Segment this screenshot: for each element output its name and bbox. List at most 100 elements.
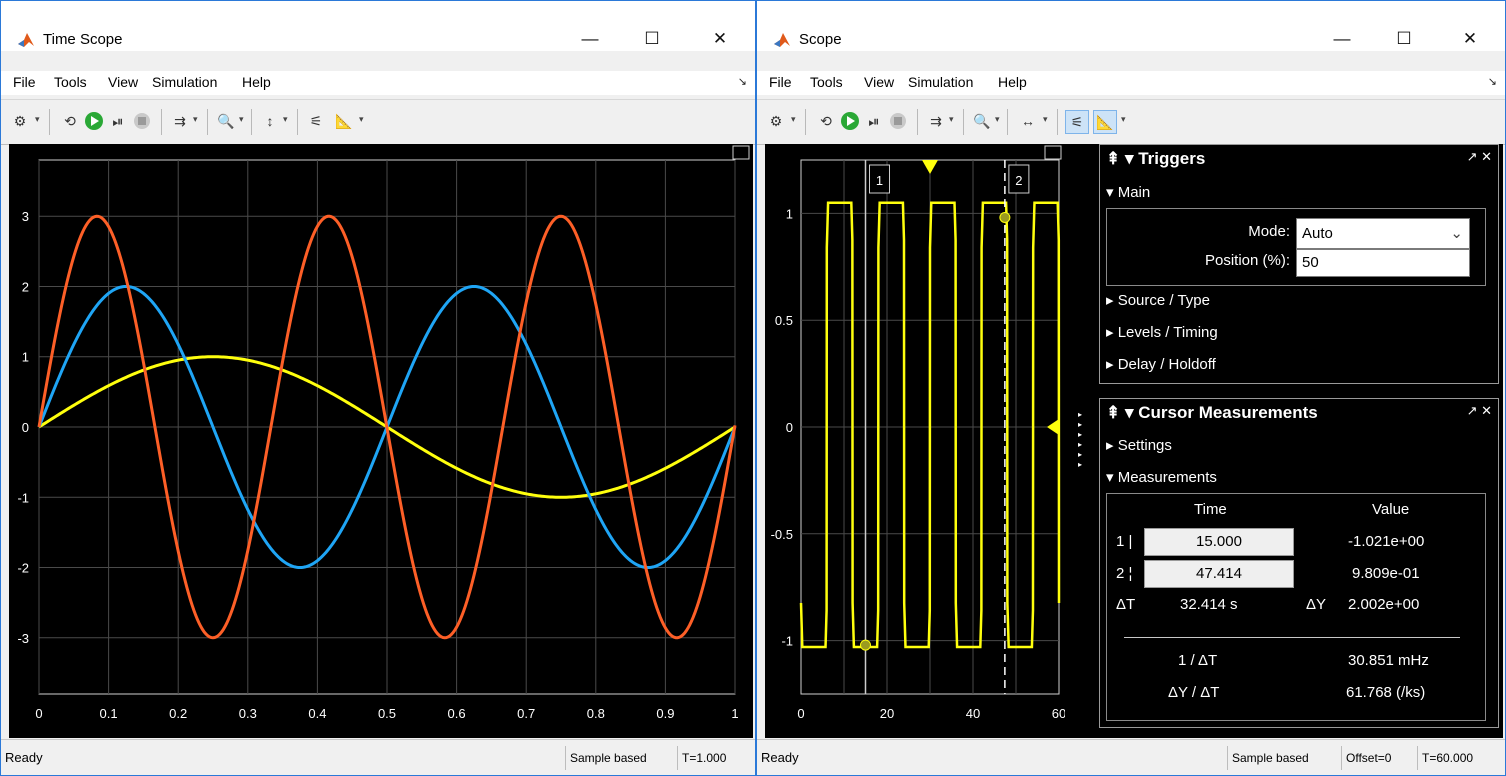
minimize-button[interactable]: — [1319, 23, 1365, 55]
status-bar: Ready Sample based T=1.000 [1, 739, 755, 775]
scale-y-icon[interactable]: ↕ [259, 110, 281, 132]
cursor-measurement-icon[interactable]: 📐 [1093, 110, 1117, 134]
undock-arrow-icon[interactable]: ↘ [1488, 75, 1497, 88]
menu-help[interactable]: Help [242, 74, 271, 90]
toolbar-separator [251, 109, 252, 135]
highlight-icon[interactable]: ⇉ [925, 110, 947, 132]
run-icon[interactable] [839, 110, 861, 132]
section-delay-holdoff[interactable]: ▸ Delay / Holdoff [1106, 355, 1216, 373]
zoom-in-icon[interactable]: 🔍 [215, 110, 237, 132]
step-forward-icon[interactable]: ⏯ [107, 110, 129, 132]
trigger-icon[interactable]: ⚟ [1065, 110, 1089, 134]
mode-select[interactable]: Auto ⌄ [1296, 218, 1470, 249]
status-mode: Sample based [565, 746, 651, 770]
menu-tools[interactable]: Tools [54, 74, 87, 90]
close-button[interactable]: ✕ [1447, 23, 1493, 55]
status-time: T=1.000 [677, 746, 730, 770]
cursor-2-time-input[interactable]: 47.414 [1144, 560, 1294, 588]
zoom-in-icon[interactable]: 🔍 [971, 110, 993, 132]
section-levels-timing[interactable]: ▸ Levels / Timing [1106, 323, 1218, 341]
time-scope-chart[interactable]: 0 0.1 0.2 0.3 0.4 0.5 0.6 0.7 0.8 0.9 1 3 2 1 0 -1 -2 -3 [9, 144, 753, 738]
highlight-icon[interactable]: ⇉ [169, 110, 191, 132]
scale-x-icon[interactable]: ↔ [1017, 110, 1039, 132]
menu-view[interactable]: View [108, 74, 138, 90]
toolbar-separator [207, 109, 208, 135]
menu-simulation[interactable]: Simulation [152, 74, 217, 90]
cursor-measurements-panel: ⇞ ▾ Cursor Measurements ↗ ✕ ▸ Settings ▾… [1099, 398, 1499, 728]
y-tick-label: 0 [786, 420, 793, 435]
menu-help[interactable]: Help [998, 74, 1027, 90]
cursor-settings-section[interactable]: ▸ Settings [1106, 436, 1172, 454]
scope-chart[interactable]: 0 20 40 60 1 0.5 0 -0.5 -1 1 2 [765, 144, 1066, 738]
mode-value: Auto [1302, 225, 1333, 242]
chevron-down-icon[interactable]: ▾ [35, 114, 40, 125]
x-tick-label: 0.2 [169, 706, 187, 721]
triggers-panel-header[interactable]: ⇞ ▾ Triggers [1106, 149, 1205, 169]
cursor-2-value: 9.809e-01 [1352, 565, 1420, 582]
cursor-measurements-section[interactable]: ▾ Measurements [1106, 468, 1217, 486]
cursor-panel-header[interactable]: ⇞ ▾ Cursor Measurements [1106, 403, 1318, 423]
matlab-icon [774, 33, 790, 47]
undock-arrow-icon[interactable]: ↘ [738, 75, 747, 88]
menu-view[interactable]: View [864, 74, 894, 90]
chevron-down-icon[interactable]: ▾ [995, 114, 1000, 125]
stop-icon[interactable] [887, 110, 909, 132]
stop-icon[interactable] [131, 110, 153, 132]
step-forward-icon[interactable]: ⏯ [863, 110, 885, 132]
title-bar: Time Scope — ☐ ✕ [1, 1, 755, 51]
menu-bar: File Tools View Simulation Help ↘ [1, 71, 755, 95]
chevron-down-icon[interactable]: ▾ [283, 114, 288, 125]
status-bar: Ready Sample based Offset=0 T=60.000 [757, 739, 1505, 775]
menu-file[interactable]: File [13, 74, 36, 90]
triggers-title: Triggers [1138, 149, 1206, 168]
chevron-down-icon[interactable]: ⌄ [1450, 219, 1463, 248]
maximize-button[interactable]: ☐ [1381, 23, 1427, 55]
gear-icon[interactable]: ⚙ [9, 110, 31, 132]
plot-area[interactable]: 0 0.1 0.2 0.3 0.4 0.5 0.6 0.7 0.8 0.9 1 3 2 1 0 -1 -2 -3 [9, 144, 753, 738]
panel-close-icon[interactable]: ↗ ✕ [1467, 403, 1492, 419]
chevron-down-icon[interactable]: ▾ [1043, 114, 1048, 125]
y-tick-label: -1 [17, 490, 29, 505]
step-back-icon[interactable]: ⟲ [59, 110, 81, 132]
x-tick-label: 1 [731, 706, 738, 721]
cursor-measurement-icon[interactable]: 📐 [333, 110, 355, 132]
y-tick-label: 3 [22, 209, 29, 224]
toolbar-separator [297, 109, 298, 135]
menu-simulation[interactable]: Simulation [908, 74, 973, 90]
chevron-down-icon[interactable]: ▾ [949, 114, 954, 125]
menu-file[interactable]: File [769, 74, 792, 90]
y-tick-label: 1 [22, 350, 29, 365]
section-source-type[interactable]: ▸ Source / Type [1106, 291, 1210, 309]
maximize-button[interactable]: ☐ [629, 23, 675, 55]
x-tick-label: 0 [797, 706, 804, 721]
menu-tools[interactable]: Tools [810, 74, 843, 90]
toolbar: ⚙ ▾ ⟲ ⏯ ⇉ ▾ 🔍 ▾ ↔ ▾ ⚟ 📐 ▾ [757, 99, 1505, 145]
minimize-button[interactable]: — [567, 23, 613, 55]
undock-axes-icon [1044, 145, 1062, 160]
cursor-settings-label: Settings [1117, 437, 1172, 454]
x-tick-label: 60 [1052, 706, 1065, 721]
run-icon[interactable] [83, 110, 105, 132]
chevron-down-icon[interactable]: ▾ [193, 114, 198, 125]
cursor-1-time-input[interactable]: 15.000 [1144, 528, 1294, 556]
position-label: Position (%): [1204, 252, 1290, 269]
position-input[interactable]: 50 [1296, 249, 1470, 277]
trigger-icon[interactable]: ⚟ [305, 110, 327, 132]
panel-close-icon[interactable]: ↗ ✕ [1467, 149, 1492, 165]
chevron-down-icon[interactable]: ▾ [359, 114, 364, 125]
toolbar-separator [963, 109, 964, 135]
cursor-2-number: 2 [1116, 565, 1125, 582]
triggers-main-section[interactable]: ▾ Main [1106, 183, 1150, 201]
dy-dt-value: 61.768 (/ks) [1346, 684, 1426, 701]
chevron-down-icon[interactable]: ▾ [239, 114, 244, 125]
chevron-down-icon[interactable]: ▾ [1121, 114, 1126, 125]
step-back-icon[interactable]: ⟲ [815, 110, 837, 132]
panel-collapse-arrows[interactable]: ▸ ▸ ▸ ▸ ▸ ▸ [1078, 410, 1088, 470]
close-button[interactable]: ✕ [697, 23, 743, 55]
gear-icon[interactable]: ⚙ [765, 110, 787, 132]
y-tick-label: -0.5 [771, 527, 793, 542]
plot-area[interactable]: 0 20 40 60 1 0.5 0 -0.5 -1 1 2 ▸ ▸ ▸ ▸ ▸ ▸ ⇞ ▾ Triggers… [765, 144, 1503, 738]
toolbar: ⚙ ▾ ⟲ ⏯ ⇉ ▾ 🔍 ▾ ↕ ▾ ⚟ 📐 ▾ [1, 99, 755, 145]
x-tick-label: 0.6 [448, 706, 466, 721]
chevron-down-icon[interactable]: ▾ [791, 114, 796, 125]
